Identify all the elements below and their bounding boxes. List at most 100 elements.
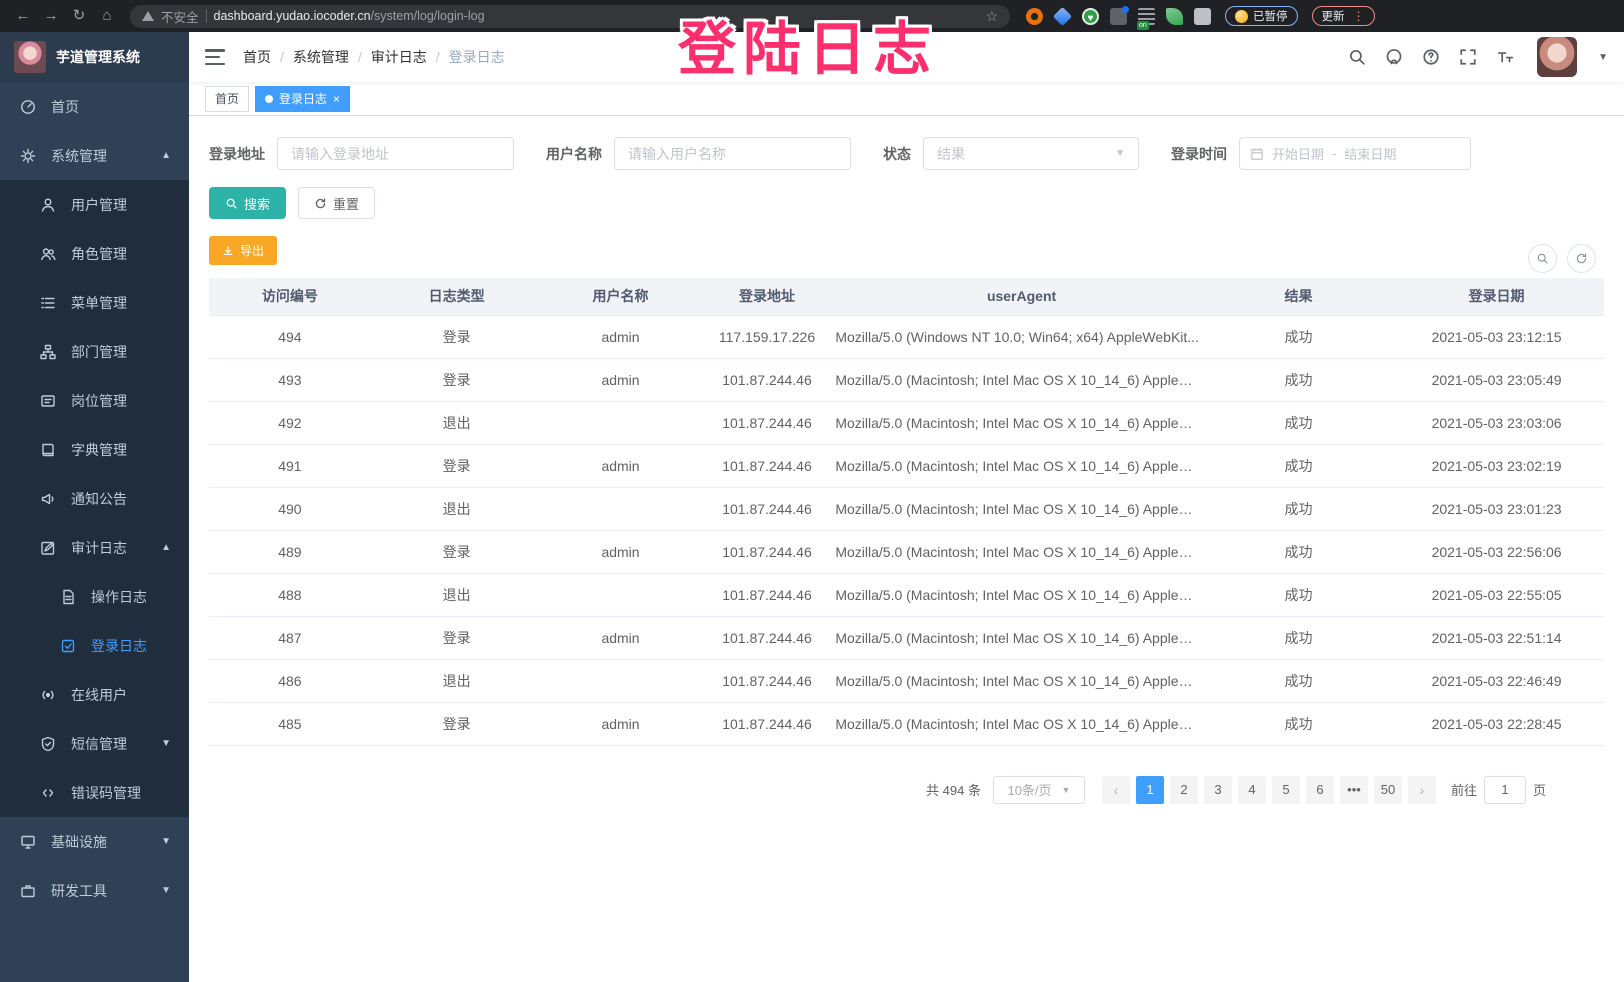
export-button[interactable]: 导出 [209,236,277,265]
cell-username: admin [542,530,698,573]
page-button-5[interactable]: 5 [1272,776,1300,804]
cell-result: 成功 [1208,573,1389,616]
browser-back-button[interactable]: ← [10,4,36,28]
page-ellipsis[interactable]: ••• [1340,776,1368,804]
address-input[interactable] [277,137,514,170]
sidebar-item-dictionary[interactable]: 字典管理 [0,425,189,474]
fullscreen-icon[interactable] [1459,48,1477,66]
search-icon[interactable] [1348,48,1366,66]
browser-menu-icon[interactable]: ⋮ [1353,9,1365,23]
tab-login-log[interactable]: 登录日志 × [255,86,350,112]
goto-page-input[interactable] [1484,776,1526,804]
breadcrumb: 首页 / 系统管理 / 审计日志 / 登录日志 [243,47,505,67]
column-header-useragent[interactable]: userAgent [835,278,1207,315]
sidebar-item-label: 操作日志 [91,587,147,607]
breadcrumb-system[interactable]: 系统管理 [293,47,349,67]
avatar-caret-icon[interactable]: ▼ [1598,52,1608,63]
column-header-date[interactable]: 登录日期 [1389,278,1604,315]
breadcrumb-home[interactable]: 首页 [243,47,271,67]
table-row[interactable]: 494 登录 admin 117.159.17.226 Mozilla/5.0 … [209,315,1604,358]
table-row[interactable]: 485 登录 admin 101.87.244.46 Mozilla/5.0 (… [209,702,1604,745]
extension-icon-4[interactable] [1110,8,1127,25]
sidebar-item-sms[interactable]: 短信管理 ▼ [0,719,189,768]
update-button[interactable]: 更新 ⋮ [1312,6,1375,26]
extension-icon-1[interactable] [1026,8,1043,25]
sidebar-item-roles[interactable]: 角色管理 [0,229,189,278]
sidebar-item-error-codes[interactable]: 错误码管理 [0,768,189,817]
page-button-3[interactable]: 3 [1204,776,1232,804]
sidebar-item-dev-tools[interactable]: 研发工具 ▼ [0,866,189,915]
cell-log-type: 退出 [371,659,543,702]
toggle-search-button[interactable] [1528,244,1557,273]
app-logo-row[interactable]: 芋道管理系统 [0,32,189,82]
page-button-4[interactable]: 4 [1238,776,1266,804]
extension-icon-6[interactable] [1166,8,1183,25]
sidebar-item-login-log[interactable]: 登录日志 [0,621,189,670]
table-row[interactable]: 492 退出 101.87.244.46 Mozilla/5.0 (Macint… [209,401,1604,444]
cell-login-address: 101.87.244.46 [699,401,836,444]
bookmark-star-icon[interactable]: ☆ [985,8,998,25]
sidebar-item-users[interactable]: 用户管理 [0,180,189,229]
sidebar-item-posts[interactable]: 岗位管理 [0,376,189,425]
update-label: 更新 [1322,8,1345,24]
extension-icon-5[interactable]: on [1138,8,1155,25]
search-button[interactable]: 搜索 [209,187,286,219]
sidebar-item-home[interactable]: 首页 [0,82,189,131]
tab-home[interactable]: 首页 [205,86,249,112]
github-icon[interactable] [1385,48,1403,66]
page-button-6[interactable]: 6 [1306,776,1334,804]
not-secure-label[interactable]: 不安全 [161,7,199,26]
chevron-down-icon: ▼ [161,885,171,896]
table-body: 494 登录 admin 117.159.17.226 Mozilla/5.0 … [209,315,1604,745]
sidebar-item-notices[interactable]: 通知公告 [0,474,189,523]
annotation-overlay: 登陆日志 [678,2,938,86]
column-header-user[interactable]: 用户名称 [542,278,698,315]
cell-login-address: 101.87.244.46 [699,487,836,530]
reset-button[interactable]: 重置 [298,187,375,219]
extensions-puzzle-icon[interactable] [1194,8,1211,25]
sidebar-item-system[interactable]: 系统管理 ▲ [0,131,189,180]
table-row[interactable]: 488 退出 101.87.244.46 Mozilla/5.0 (Macint… [209,573,1604,616]
table-row[interactable]: 490 退出 101.87.244.46 Mozilla/5.0 (Macint… [209,487,1604,530]
next-page-button[interactable]: › [1408,776,1436,804]
column-header-result[interactable]: 结果 [1208,278,1389,315]
browser-forward-button[interactable]: → [38,4,64,28]
sidebar-item-departments[interactable]: 部门管理 [0,327,189,376]
cell-useragent: Mozilla/5.0 (Macintosh; Intel Mac OS X 1… [835,444,1207,487]
username-input[interactable] [614,137,851,170]
extension-icon-2[interactable] [1053,6,1072,25]
user-avatar[interactable] [1537,37,1577,77]
column-header-ip[interactable]: 登录地址 [699,278,836,315]
column-header-id[interactable]: 访问编号 [209,278,371,315]
page-button-50[interactable]: 50 [1374,776,1402,804]
hamburger-icon[interactable] [205,49,225,65]
sidebar-item-audit-log[interactable]: 审计日志 ▲ [0,523,189,572]
refresh-table-button[interactable] [1567,244,1596,273]
close-tab-icon[interactable]: × [333,92,340,106]
status-select[interactable]: 结果 ▼ [923,137,1139,170]
table-row[interactable]: 486 退出 101.87.244.46 Mozilla/5.0 (Macint… [209,659,1604,702]
breadcrumb-audit[interactable]: 审计日志 [371,47,427,67]
browser-home-button[interactable]: ⌂ [94,4,120,28]
column-header-type[interactable]: 日志类型 [371,278,543,315]
date-range-picker[interactable]: 开始日期 - 结束日期 [1239,137,1471,170]
table-row[interactable]: 491 登录 admin 101.87.244.46 Mozilla/5.0 (… [209,444,1604,487]
paused-badge[interactable]: 已暂停 [1225,6,1298,26]
cell-username [542,659,698,702]
help-icon[interactable] [1422,48,1440,66]
page-button-1[interactable]: 1 [1136,776,1164,804]
page-button-2[interactable]: 2 [1170,776,1198,804]
font-size-icon[interactable] [1496,48,1514,66]
prev-page-button[interactable]: ‹ [1102,776,1130,804]
sidebar-item-online-users[interactable]: 在线用户 [0,670,189,719]
cell-login-date: 2021-05-03 22:28:45 [1389,702,1604,745]
page-size-select[interactable]: 10条/页 ▼ [993,776,1085,804]
sidebar-item-operate-log[interactable]: 操作日志 [0,572,189,621]
browser-reload-button[interactable]: ↻ [66,4,92,28]
table-row[interactable]: 487 登录 admin 101.87.244.46 Mozilla/5.0 (… [209,616,1604,659]
sidebar-item-infrastructure[interactable]: 基础设施 ▼ [0,817,189,866]
table-row[interactable]: 493 登录 admin 101.87.244.46 Mozilla/5.0 (… [209,358,1604,401]
sidebar-item-menus[interactable]: 菜单管理 [0,278,189,327]
extension-icon-3[interactable]: ♥ [1082,8,1099,25]
table-row[interactable]: 489 登录 admin 101.87.244.46 Mozilla/5.0 (… [209,530,1604,573]
